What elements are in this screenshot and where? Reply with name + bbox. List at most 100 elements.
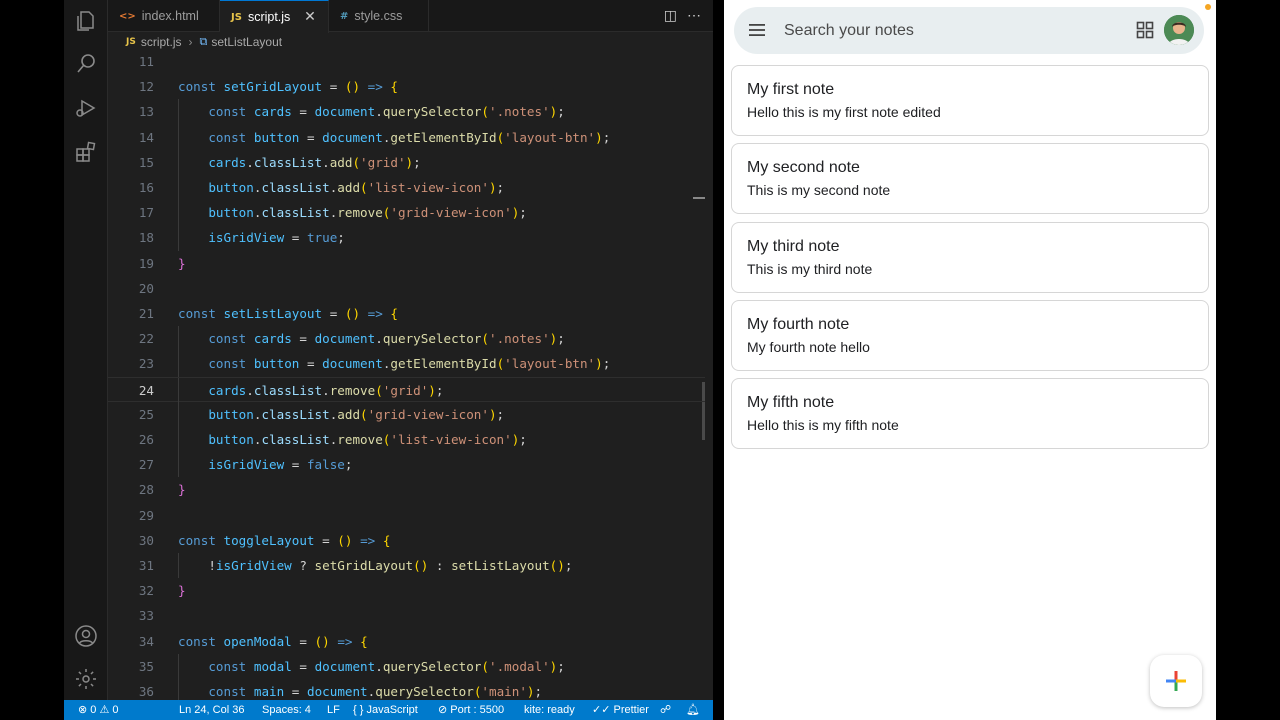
breadcrumb: JS script.js › ⧉ setListLayout [108, 32, 713, 52]
add-note-button[interactable] [1150, 655, 1202, 707]
note-body: Hello this is my fifth note [747, 417, 899, 434]
split-editor-icon[interactable]: ◫ [664, 7, 677, 24]
note-card[interactable]: My second note This is my second note [731, 143, 1209, 215]
line-number: 18 [138, 230, 154, 246]
line-number: 30 [138, 532, 154, 548]
tab-label: index.html [141, 9, 199, 23]
code-line[interactable]: 29 [108, 503, 705, 528]
code-line[interactable]: 27 isGridView = false; [108, 452, 705, 478]
code-line[interactable]: 14 const button = document.getElementByI… [108, 124, 705, 150]
code-area[interactable]: 11 12 const setGridLayout = () => { 13 cons… [108, 52, 705, 700]
settings-gear-icon[interactable] [74, 667, 98, 691]
code-text: button.classList.add('grid-view-icon'); [208, 406, 505, 422]
code-line[interactable]: 15 cards.classList.add('grid'); [108, 149, 705, 175]
code-line[interactable]: 17 button.classList.remove('grid-view-ic… [108, 200, 705, 226]
line-number: 13 [138, 104, 154, 120]
note-body: Hello this is my first note edited [747, 104, 941, 120]
tab-style-css[interactable]: # style.css [329, 0, 429, 32]
breadcrumb-file[interactable]: script.js [141, 35, 182, 49]
search-icon[interactable] [74, 52, 98, 76]
code-text: button.classList.remove('list-view-icon'… [208, 432, 527, 447]
live-server-port[interactable]: ⊘ Port : 5500 [438, 700, 504, 720]
line-number: 19 [138, 255, 154, 271]
code-text: cards.classList.add('grid'); [208, 154, 421, 170]
account-icon[interactable] [74, 624, 98, 648]
code-line[interactable]: 23 const button = document.getElementByI… [108, 351, 705, 377]
tab-index-html[interactable]: <> index.html [108, 0, 220, 32]
prettier-status[interactable]: ✓✓ Prettier [592, 700, 649, 720]
code-line[interactable]: 24 cards.classList.remove('grid'); [108, 376, 705, 403]
code-text: } [178, 255, 186, 271]
code-line[interactable]: 25 button.classList.add('grid-view-icon'… [108, 401, 705, 427]
cursor-position[interactable]: Ln 24, Col 36 [179, 700, 244, 720]
search-input[interactable] [784, 19, 1114, 43]
line-number: 23 [138, 356, 154, 372]
line-number: 22 [138, 331, 154, 347]
code-line[interactable]: 16 button.classList.add('list-view-icon'… [108, 175, 705, 201]
tab-label: style.css [354, 9, 403, 23]
notifications-bell-icon[interactable]: 🔔︎ [686, 700, 700, 720]
js-file-icon: JS [126, 37, 136, 47]
language-mode[interactable]: { } JavaScript [353, 700, 418, 720]
js-file-icon: JS [231, 11, 242, 23]
note-card[interactable]: My fourth note My fourth note hello [731, 299, 1209, 371]
code-line[interactable]: 32} [108, 578, 705, 603]
tab-label: script.js [247, 10, 291, 24]
search-bar [734, 7, 1204, 54]
note-body: This is my third note [747, 260, 873, 277]
code-text: const button = document.getElementById('… [208, 356, 611, 372]
code-text: const setGridLayout = () => { [178, 79, 399, 95]
code-line[interactable]: 12 const setGridLayout = () => { [108, 74, 705, 99]
code-line[interactable]: 19} [108, 251, 705, 276]
code-line[interactable]: 36 const main = document.querySelector('… [108, 679, 705, 700]
line-number: 34 [138, 633, 154, 649]
extensions-icon[interactable] [74, 140, 98, 164]
code-line[interactable]: 33 [108, 603, 705, 628]
line-number: 31 [138, 558, 154, 573]
line-number: 35 [138, 658, 154, 674]
grid-view-icon[interactable] [1136, 21, 1154, 39]
kite-status[interactable]: kite: ready [524, 700, 575, 720]
line-number: 12 [138, 79, 154, 95]
note-card[interactable]: My fifth note Hello this is my fifth note [731, 378, 1209, 450]
code-line[interactable]: 34 const openModal = () => { [108, 629, 705, 654]
code-text: button.classList.remove('grid-view-icon'… [208, 205, 527, 221]
code-line[interactable]: 28} [108, 477, 705, 502]
line-number: 28 [138, 482, 154, 498]
close-icon[interactable]: ✕ [302, 8, 318, 24]
indentation-status[interactable]: Spaces: 4 [262, 700, 311, 720]
code-line[interactable]: 18 isGridView = true; [108, 225, 705, 251]
code-line[interactable]: 30 const toggleLayout = () => { [108, 528, 705, 553]
tab-script-js[interactable]: JS script.js ✕ [220, 0, 329, 33]
line-number: 25 [138, 406, 154, 422]
note-body: This is my second note [747, 182, 891, 199]
line-number: 36 [138, 684, 154, 699]
code-text: cards.classList.remove('grid'); [208, 382, 444, 398]
code-text: isGridView = false; [208, 457, 353, 473]
note-card[interactable]: My first note Hello this is my first note… [731, 65, 1209, 136]
hamburger-menu-icon[interactable] [748, 21, 766, 39]
code-line[interactable]: 35 const modal = document.querySelector(… [108, 653, 705, 679]
avatar[interactable] [1164, 15, 1194, 45]
note-card[interactable]: My third note This is my third note [731, 221, 1209, 293]
code-line[interactable]: 13 const cards = document.querySelector(… [108, 99, 705, 125]
code-text: const main = document.querySelector('mai… [208, 684, 543, 699]
breadcrumb-symbol[interactable]: setListLayout [211, 35, 282, 49]
code-line[interactable]: 21 const setListLayout = () => { [108, 301, 705, 326]
run-debug-icon[interactable] [74, 96, 98, 120]
line-number: 21 [138, 306, 154, 321]
line-number: 24 [138, 382, 154, 398]
problems-status[interactable]: ⊗ 0 ⚠ 0 [78, 700, 118, 720]
chevron-right-icon: › [188, 35, 193, 49]
feedback-icon[interactable]: ☍ [660, 700, 671, 720]
code-line[interactable]: 20 [108, 276, 705, 301]
explorer-icon[interactable] [74, 9, 98, 33]
code-line[interactable]: 22 const cards = document.querySelector(… [108, 326, 705, 352]
code-line[interactable]: 31 !isGridView ? setGridLayout() : setLi… [108, 553, 705, 579]
plus-icon [1166, 671, 1186, 691]
code-line[interactable]: 11 [108, 52, 705, 74]
editor-actions: ◫ ⋯ [664, 7, 701, 24]
more-actions-icon[interactable]: ⋯ [687, 7, 701, 24]
code-line[interactable]: 26 button.classList.remove('list-view-ic… [108, 427, 705, 453]
eol-status[interactable]: LF [327, 700, 340, 720]
